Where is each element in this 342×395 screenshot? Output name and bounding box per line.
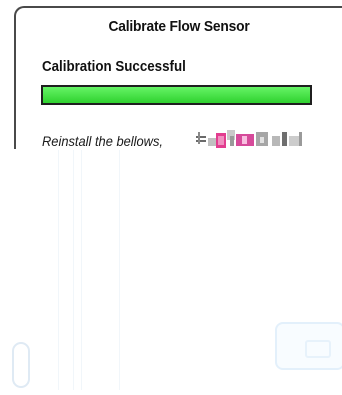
- instruction-text: Reinstall the bellows,: [42, 133, 163, 149]
- corrupted-text-fragment: [194, 128, 310, 148]
- faint-column-line: [119, 150, 120, 390]
- calibration-progress-bar: [41, 85, 312, 105]
- flow-sensor-calibration-screen: Calibrate Flow Sensor Calibration Succes…: [0, 0, 342, 395]
- calibration-status: Calibration Successful: [42, 59, 186, 75]
- faint-column-line: [81, 150, 82, 390]
- next-button[interactable]: [275, 322, 342, 370]
- next-button-icon: [305, 340, 331, 358]
- back-button[interactable]: [12, 342, 30, 388]
- progress-bar-fill: [43, 87, 310, 103]
- faint-column-line: [58, 150, 59, 390]
- faint-column-line: [73, 150, 74, 390]
- dialog-title: Calibrate Flow Sensor: [108, 18, 250, 35]
